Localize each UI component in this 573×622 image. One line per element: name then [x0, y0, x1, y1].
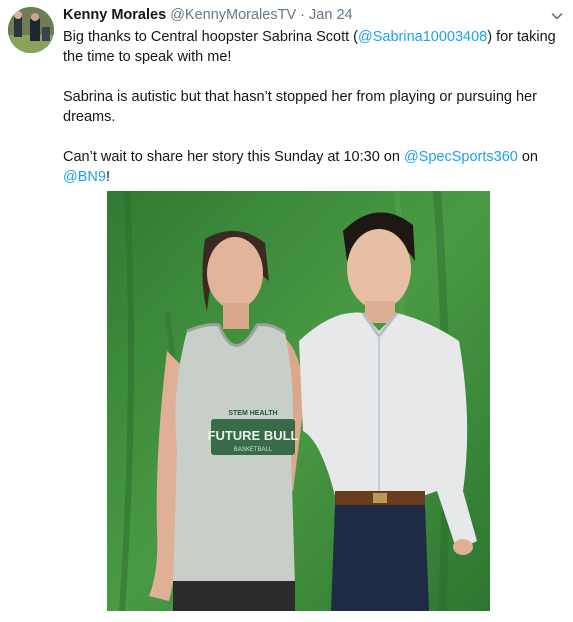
- separator-dot: ·: [300, 7, 305, 23]
- svg-text:FUTURE BULL: FUTURE BULL: [208, 428, 299, 443]
- author-name[interactable]: Kenny Morales: [63, 7, 166, 23]
- tweet-date[interactable]: Jan 24: [309, 7, 353, 23]
- tweet-photo[interactable]: STEM HEALTH FUTURE BULL BASKETBALL: [107, 191, 490, 611]
- author-handle[interactable]: @KennyMoralesTV: [170, 7, 296, 23]
- avatar[interactable]: [8, 7, 54, 53]
- svg-text:STEM HEALTH: STEM HEALTH: [228, 410, 277, 417]
- mention-link[interactable]: @Sabrina10003408: [358, 29, 487, 45]
- mention-link[interactable]: @BN9: [63, 169, 106, 185]
- tweet-text: Big thanks to Central hoopster Sabrina S…: [63, 27, 563, 187]
- mention-link[interactable]: @SpecSports360: [404, 149, 518, 165]
- tweet-paragraph: Big thanks to Central hoopster Sabrina S…: [63, 29, 556, 65]
- tweet[interactable]: Kenny Morales @KennyMoralesTV · Jan 24 B…: [0, 0, 573, 622]
- tweet-header: Kenny Morales @KennyMoralesTV · Jan 24: [63, 6, 543, 24]
- tweet-paragraph: Can’t wait to share her story this Sunda…: [63, 149, 538, 185]
- tweet-paragraph: Sabrina is autistic but that hasn’t stop…: [63, 89, 537, 125]
- chevron-down-icon[interactable]: [551, 10, 563, 22]
- svg-text:BASKETBALL: BASKETBALL: [234, 447, 273, 453]
